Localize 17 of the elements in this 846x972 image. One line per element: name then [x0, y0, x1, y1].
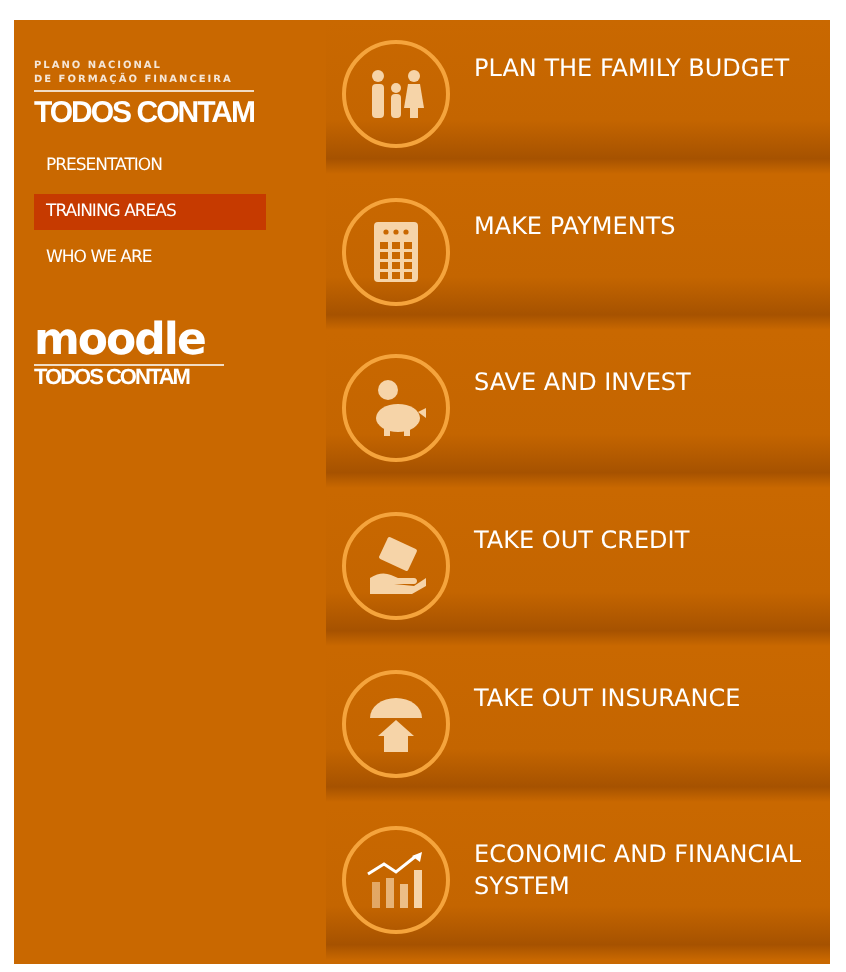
moodle-subtitle: TODOS CONTAM: [34, 364, 224, 390]
training-area-title: MAKE PAYMENTS: [474, 209, 676, 242]
calculator-icon: [374, 221, 418, 282]
rising-chart-icon: [364, 850, 428, 911]
training-area-title: PLAN THE FAMILY BUDGET: [474, 52, 790, 84]
nav-item[interactable]: WHO WE ARE: [34, 240, 266, 276]
training-area-title: TAKE OUT INSURANCE: [474, 681, 741, 714]
family-icon: [366, 68, 426, 120]
nav-item[interactable]: PRESENTATION: [34, 148, 266, 184]
training-area-title: TAKE OUT CREDIT: [474, 524, 690, 557]
umbrella-house-icon: [366, 693, 426, 754]
hand-with-banknote-icon: [366, 536, 426, 597]
brand-logo-text: TODOS CONTAM: [34, 90, 254, 130]
moodle-logo-text: moodle: [34, 320, 207, 364]
training-area-title: ECONOMIC AND FINANCIAL SYSTEM: [474, 838, 804, 903]
training-area-title: SAVE AND INVEST: [474, 366, 691, 399]
nav-item[interactable]: TRAINING AREAS: [34, 194, 266, 230]
